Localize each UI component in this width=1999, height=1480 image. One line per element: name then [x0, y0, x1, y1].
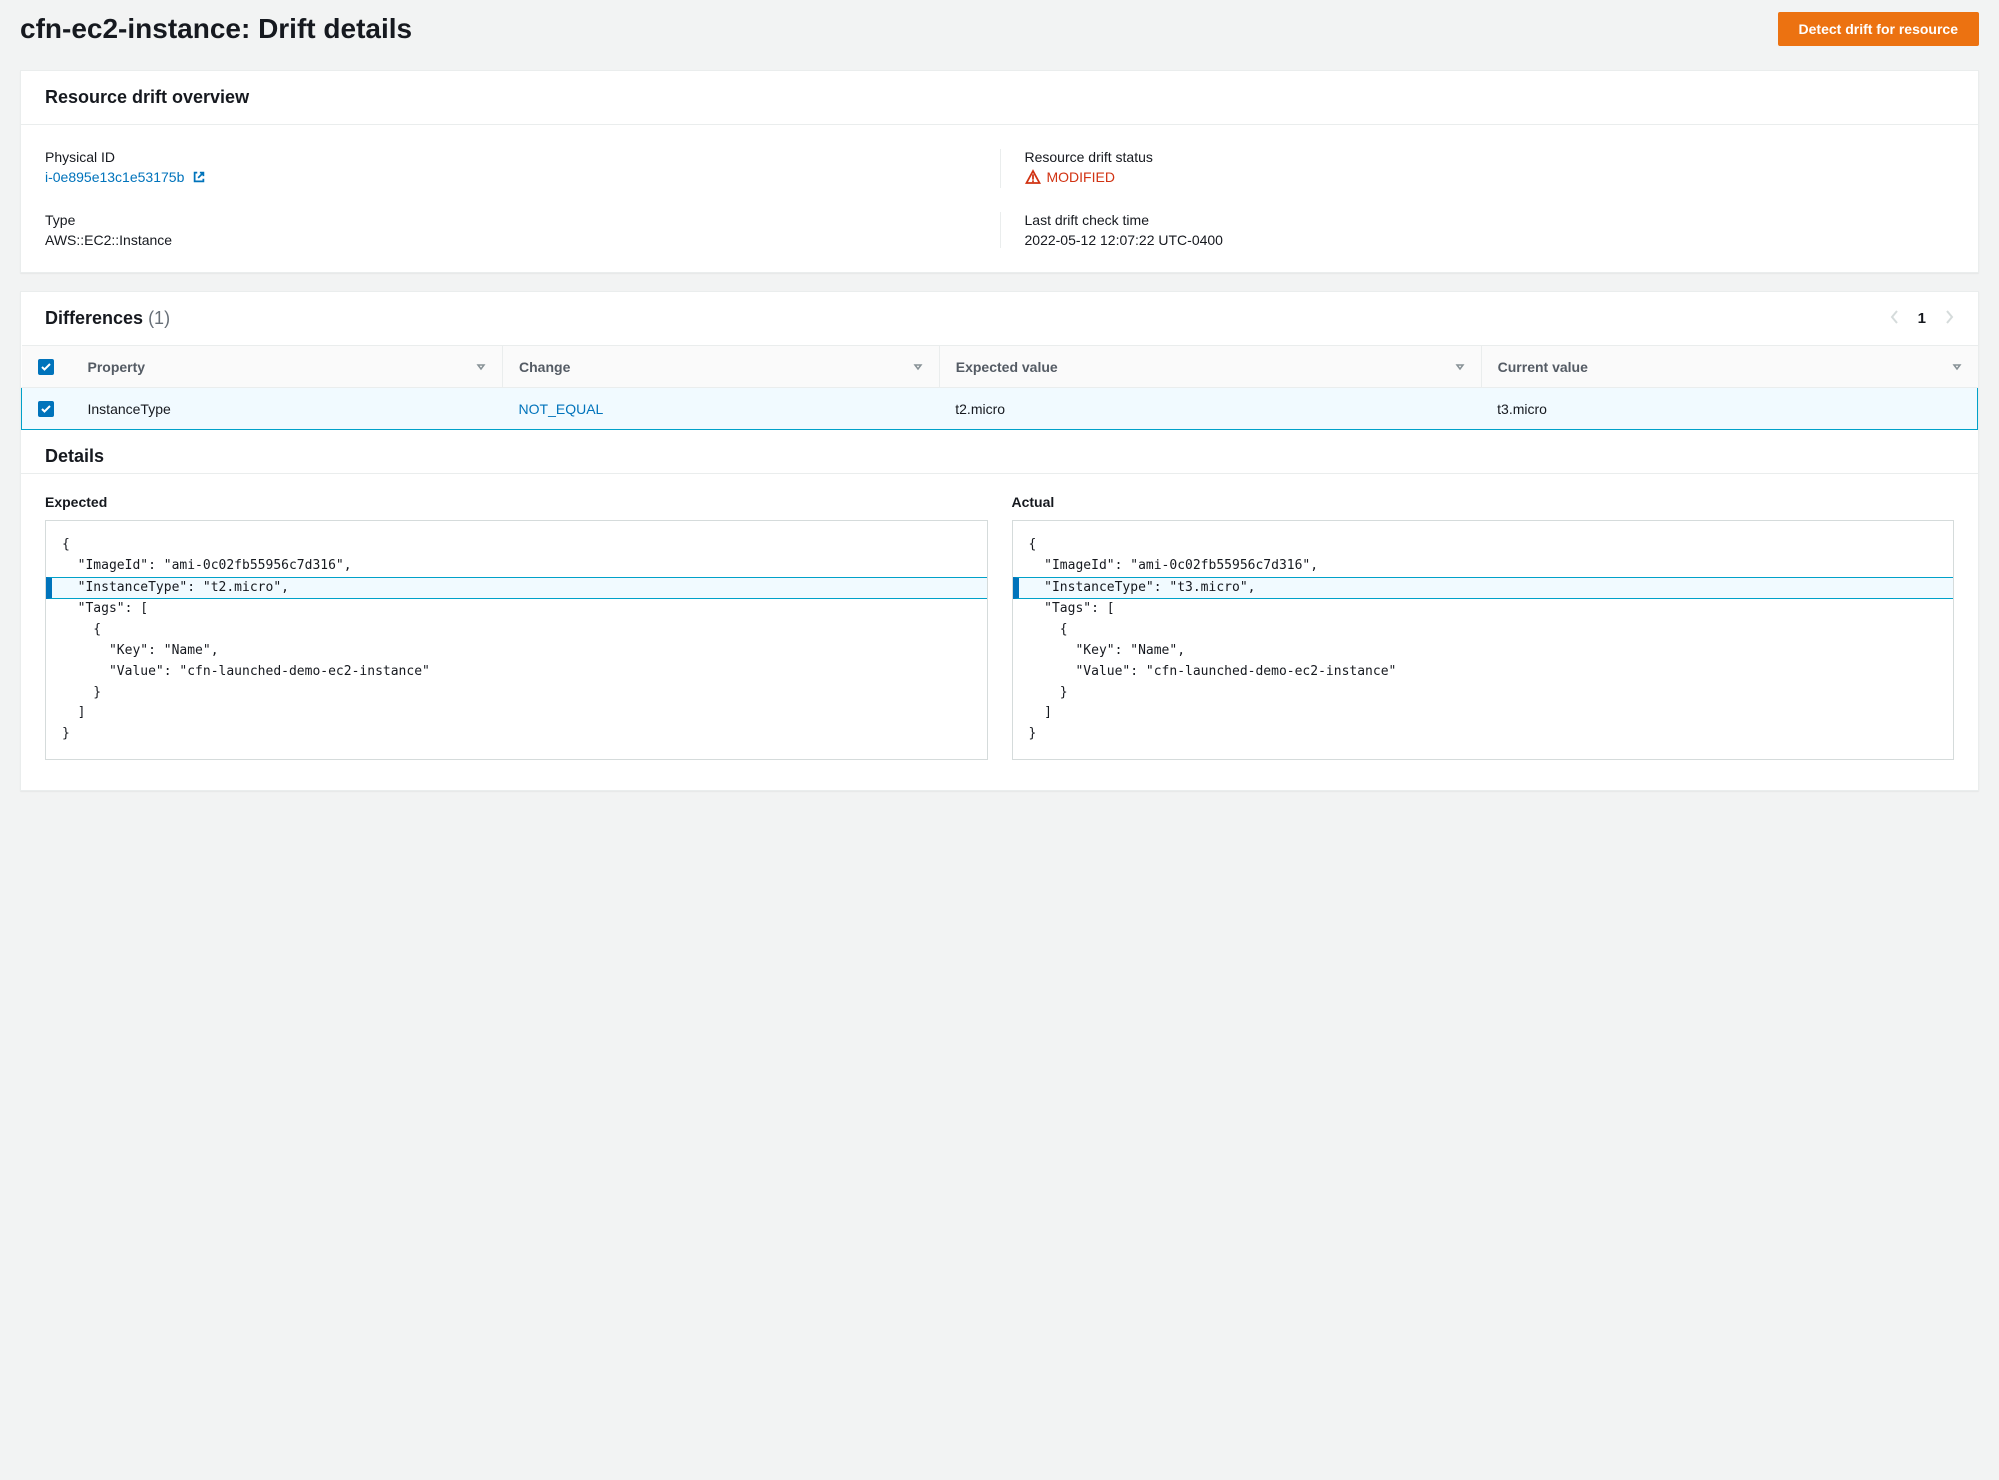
column-change[interactable]: Change — [519, 359, 570, 375]
drift-status-text: MODIFIED — [1047, 169, 1115, 185]
expected-label: Expected — [45, 494, 988, 510]
actual-label: Actual — [1012, 494, 1955, 510]
detect-drift-button[interactable]: Detect drift for resource — [1778, 12, 1979, 46]
overview-title: Resource drift overview — [21, 71, 1978, 125]
external-link-icon — [192, 170, 206, 187]
page-title: cfn-ec2-instance: Drift details — [20, 13, 412, 45]
last-check-value: 2022-05-12 12:07:22 UTC-0400 — [1025, 232, 1955, 248]
physical-id-label: Physical ID — [45, 149, 1000, 165]
differences-table: Property Change Expected value — [21, 345, 1978, 430]
cell-current: t3.micro — [1481, 388, 1977, 430]
last-check-label: Last drift check time — [1025, 212, 1955, 228]
differences-title: Differences — [45, 308, 143, 328]
drift-status-label: Resource drift status — [1025, 149, 1955, 165]
pager: 1 — [1890, 309, 1954, 328]
column-expected[interactable]: Expected value — [956, 359, 1058, 375]
cell-change[interactable]: NOT_EQUAL — [519, 401, 604, 417]
column-property[interactable]: Property — [88, 359, 146, 375]
details-title: Details — [45, 446, 1954, 467]
sort-icon[interactable] — [476, 359, 486, 375]
actual-code: { "ImageId": "ami-0c02fb55956c7d316", "I… — [1012, 520, 1955, 760]
select-all-checkbox[interactable] — [38, 359, 54, 375]
physical-id-link[interactable]: i-0e895e13c1e53175b — [45, 169, 184, 185]
pager-page: 1 — [1918, 310, 1926, 327]
pager-next[interactable] — [1944, 309, 1954, 328]
warning-icon — [1025, 169, 1041, 185]
cell-property: InstanceType — [72, 388, 503, 430]
table-row[interactable]: InstanceType NOT_EQUAL t2.micro t3.micro — [22, 388, 1978, 430]
expected-code: { "ImageId": "ami-0c02fb55956c7d316", "I… — [45, 520, 988, 760]
differences-count: (1) — [148, 308, 170, 328]
column-current[interactable]: Current value — [1498, 359, 1588, 375]
sort-icon[interactable] — [1952, 359, 1962, 375]
sort-icon[interactable] — [913, 359, 923, 375]
drift-status-value: MODIFIED — [1025, 169, 1115, 185]
differences-panel: Differences (1) 1 Property — [20, 291, 1979, 791]
sort-icon[interactable] — [1455, 359, 1465, 375]
type-value: AWS::EC2::Instance — [45, 232, 1000, 248]
row-checkbox[interactable] — [38, 401, 54, 417]
overview-panel: Resource drift overview Physical ID i-0e… — [20, 70, 1979, 273]
cell-expected: t2.micro — [939, 388, 1481, 430]
type-label: Type — [45, 212, 1000, 228]
pager-prev[interactable] — [1890, 309, 1900, 328]
